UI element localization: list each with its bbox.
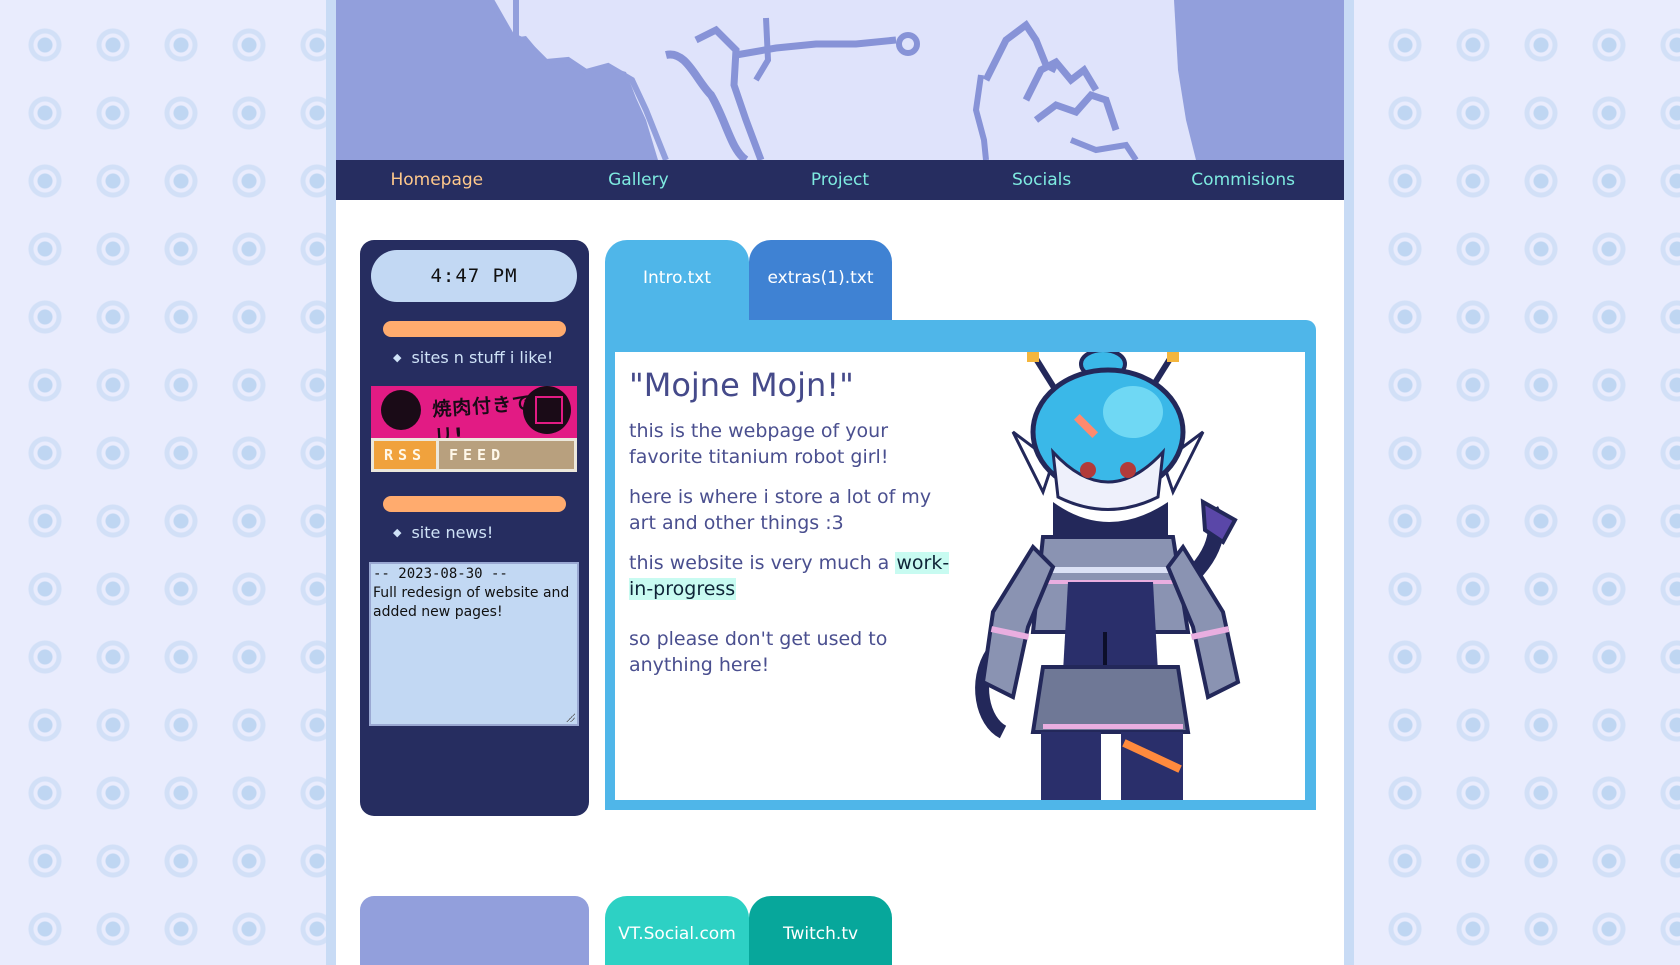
intro-text: "Mojne Mojn!" this is the webpage of you…	[629, 366, 959, 692]
feed-label: FEED	[449, 446, 506, 464]
divider-pill	[383, 321, 566, 337]
nav-project[interactable]: Project	[739, 160, 941, 200]
main-nav: Homepage Gallery Project Socials Commisi…	[336, 160, 1344, 200]
rss-label: RSS	[374, 441, 439, 469]
intro-paragraph-4: so please don't get used to anything her…	[629, 628, 888, 676]
site-news-textarea[interactable]: -- 2023-08-30 -- Full redesign of websit…	[369, 562, 579, 726]
nav-gallery[interactable]: Gallery	[538, 160, 740, 200]
intro-paragraph-1: this is the webpage of your favorite tit…	[629, 420, 889, 468]
news-heading: ◆ site news!	[393, 523, 493, 542]
news-text: Full redesign of website and added new p…	[373, 585, 570, 620]
diamond-icon: ◆	[393, 526, 402, 539]
sidebar: 4:47 PM ◆ sites n stuff i like! 焼肉付きでゲリ! …	[360, 240, 589, 816]
resize-grip-icon[interactable]	[565, 712, 575, 722]
button-face-graphic	[381, 390, 421, 430]
banner-artwork	[336, 0, 1344, 160]
tab-extras[interactable]: extras(1).txt	[749, 240, 892, 320]
intro-title: "Mojne Mojn!"	[629, 366, 854, 404]
diamond-icon: ◆	[393, 351, 402, 364]
robot-girl-illustration	[975, 352, 1241, 800]
tab-twitch[interactable]: Twitch.tv	[749, 896, 892, 965]
intro-paragraph-2: here is where i store a lot of my art an…	[629, 486, 932, 534]
header-banner	[336, 0, 1344, 160]
page-container: Homepage Gallery Project Socials Commisi…	[336, 0, 1344, 965]
nav-socials[interactable]: Socials	[941, 160, 1143, 200]
tab-intro[interactable]: Intro.txt	[605, 240, 749, 320]
site-button-88x31[interactable]: 焼肉付きでゲリ!	[371, 386, 577, 438]
sites-heading: ◆ sites n stuff i like!	[393, 348, 553, 367]
content-window: "Mojne Mojn!" this is the webpage of you…	[605, 320, 1316, 810]
divider-pill	[383, 496, 566, 512]
clock-display: 4:47 PM	[371, 250, 577, 302]
rss-feed-button[interactable]: RSS FEED	[371, 438, 577, 472]
tab-vt-social[interactable]: VT.Social.com	[605, 896, 749, 965]
intro-paragraph-3-text: this website is very much a	[629, 552, 896, 574]
content-panel: "Mojne Mojn!" this is the webpage of you…	[615, 352, 1305, 800]
intro-paragraph-3: this website is very much a work-in-prog…	[629, 550, 959, 602]
sites-heading-text: sites n stuff i like!	[411, 348, 554, 367]
news-heading-text: site news!	[411, 523, 494, 542]
news-date: -- 2023-08-30 --	[373, 566, 508, 582]
secondary-sidebar	[360, 896, 589, 965]
page-edge-right	[1344, 0, 1354, 965]
nav-homepage[interactable]: Homepage	[336, 160, 538, 200]
nav-commisions[interactable]: Commisions	[1142, 160, 1344, 200]
page-edge-left	[326, 0, 336, 965]
button-grid-mark	[535, 396, 563, 424]
